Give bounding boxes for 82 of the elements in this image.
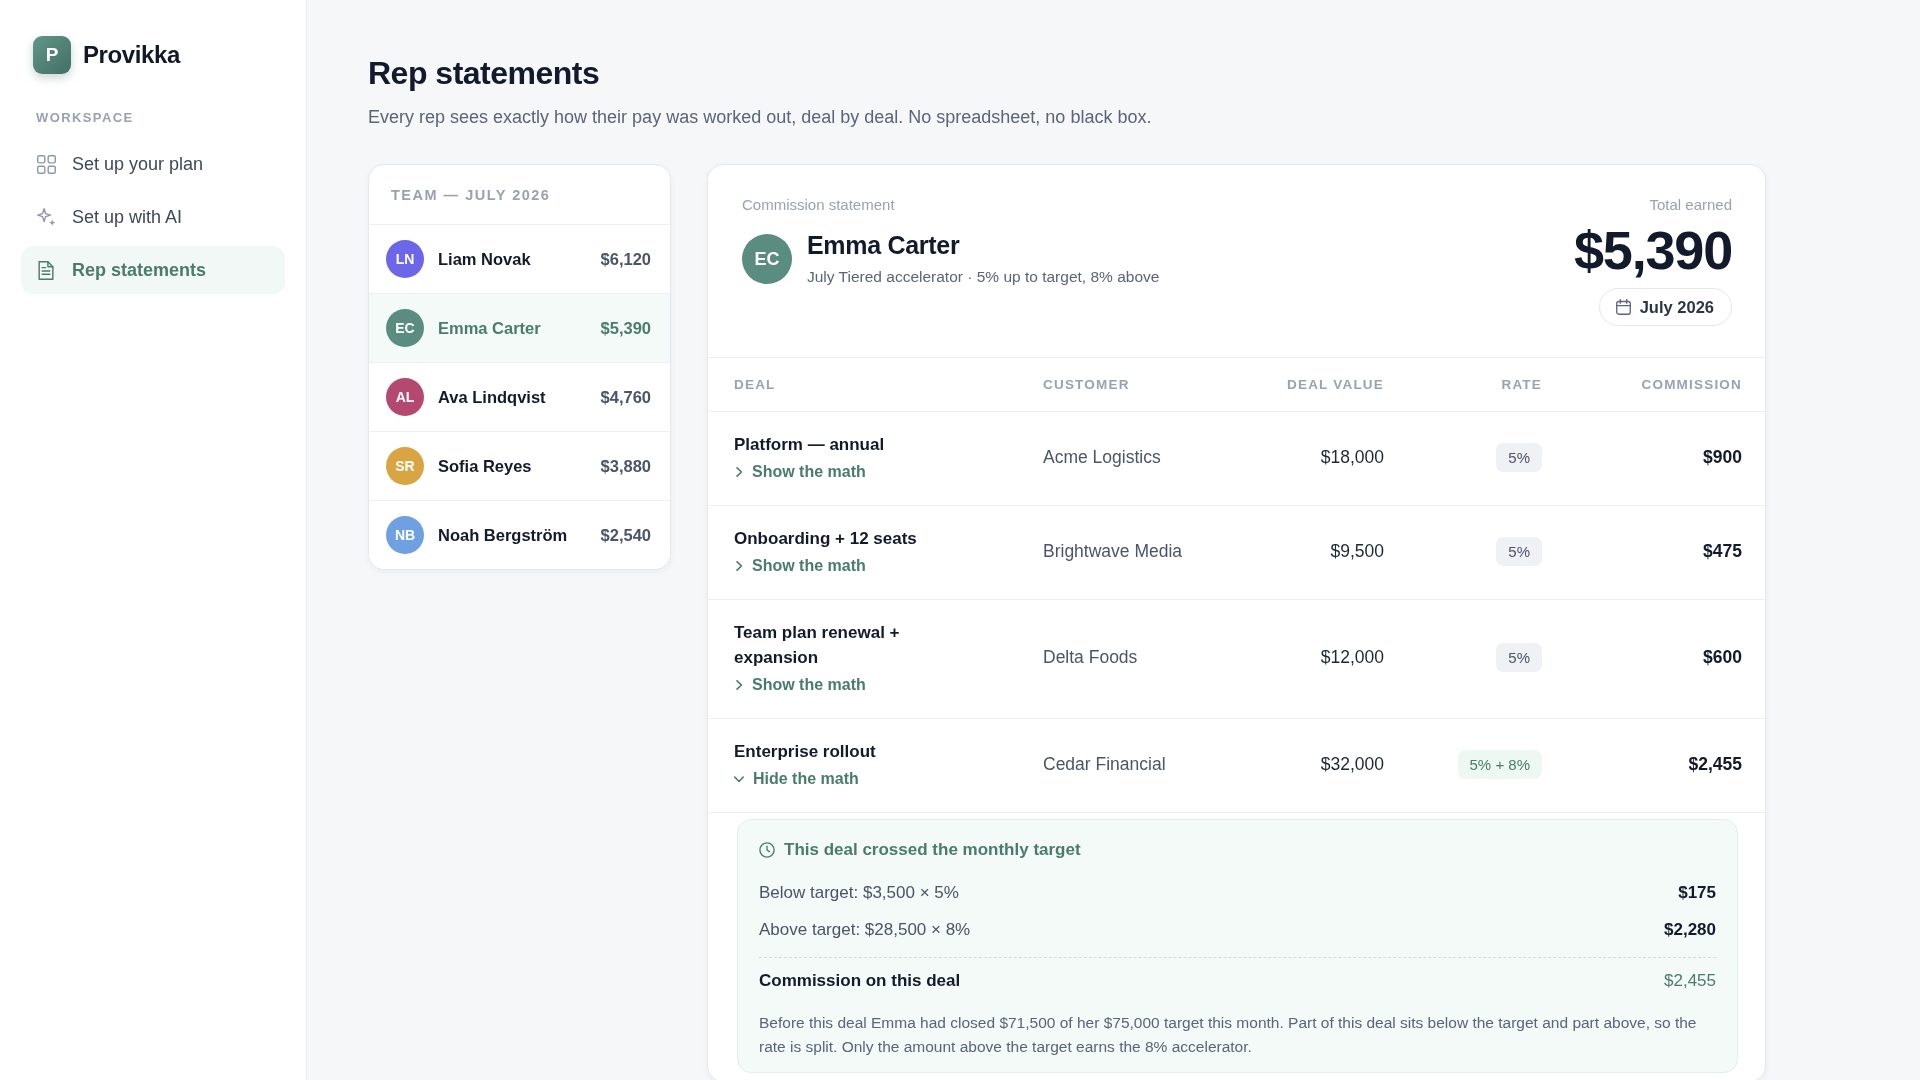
period-button[interactable]: July 2026 [1598,288,1732,326]
rep-total: $4,760 [600,387,651,407]
deal-value: $32,000 [1320,753,1384,775]
logo: P [33,36,71,74]
deal-name: Enterprise rollout [734,741,876,763]
rate-tag: 5% + 8% [1457,749,1542,779]
math-total-label: Commission on this deal [759,970,961,992]
column-header: COMMISSION [1641,377,1742,392]
column-header: DEAL VALUE [1287,377,1384,392]
plan-description: July Tiered accelerator · 5% up to target, 8% above [807,267,1160,287]
math-toggle[interactable]: Show the math [734,462,866,482]
avatar: AL [386,378,424,416]
rep-total: $2,540 [600,525,651,545]
rep-total: $5,390 [600,318,651,338]
deal-value: $18,000 [1320,446,1384,468]
rep-name: Emma Carter [438,318,542,338]
nav-item[interactable]: Set up your plan [21,140,285,188]
chevron-down-icon [734,775,744,783]
nav-item[interactable]: Set up with AI [21,193,285,241]
commission-amount: $600 [1703,647,1742,668]
rep-name: Sofia Reyes [438,456,533,476]
rep-list-item[interactable]: EC Emma Carter $5,390 [369,293,670,362]
brand-name: Provikka [83,41,180,69]
commission-amount: $475 [1703,540,1742,562]
deal-value: $9,500 [1330,540,1384,562]
total-label: Total earned [1649,195,1732,215]
commission-amount: $2,455 [1688,753,1742,775]
math-amount: $2,280 [1664,919,1716,941]
rep-name-heading: Emma Carter [807,230,960,260]
deal-name: Platform — annual [734,434,885,456]
grid-icon [37,154,56,174]
chevron-right-icon [736,467,743,477]
math-step: Below target: $3,500 × 5% [759,882,959,904]
rate-tag: 5% [1496,442,1542,472]
document-icon [38,260,54,280]
rep-name: Noah Bergström [438,525,569,545]
avatar: LN [386,240,424,278]
avatar: NB [386,516,424,554]
deal-value: $12,000 [1320,647,1384,668]
commission-amount: $900 [1703,446,1742,468]
rep-name: Ava Lindqvist [438,387,547,407]
math-note: Before this deal Emma had closed $71,500 of her $75,000 target this month. Part of this deal sits below the target and part above, so the rate is split. Only the amount above the target earns the 8% accelerator. [759,1013,1698,1057]
nav-item[interactable]: Rep statements [21,246,285,294]
chevron-right-icon [736,561,743,571]
page-subtitle: Every rep sees exactly how their pay was worked out, deal by deal. No spreadsheet, no black box. [368,106,1152,129]
section-label: WORKSPACE [36,110,134,126]
customer-name: Brightwave Media [1043,540,1183,562]
statement-label: Commission statement [742,195,895,215]
customer-name: Delta Foods [1043,647,1138,668]
column-header: DEAL [734,377,776,392]
math-step: Above target: $28,500 × 8% [759,919,971,941]
calendar-icon [1615,299,1631,315]
chevron-right-icon [736,680,743,690]
math-title: This deal crossed the monthly target [784,839,1081,861]
rep-total: $3,880 [600,456,651,476]
column-header: CUSTOMER [1043,377,1130,392]
page-title: Rep statements [368,54,600,92]
customer-name: Acme Logistics [1043,446,1161,468]
sparkle-icon [37,207,56,227]
deal-name: Onboarding + 12 seats [734,528,917,550]
rate-tag: 5% [1496,643,1542,672]
rep-list-item[interactable]: NB Noah Bergström $2,540 [369,500,670,569]
math-toggle[interactable]: Hide the math [734,769,859,789]
column-header: RATE [1501,377,1542,392]
rate-tag: 5% [1496,536,1542,566]
rep-list-item[interactable]: SR Sofia Reyes $3,880 [369,431,670,500]
math-total-amount: $2,455 [1664,970,1716,992]
rep-name: Liam Novak [438,249,532,269]
rep-list-item[interactable]: AL Ava Lindqvist $4,760 [369,362,670,431]
deal-name: Team plan renewal + expansion [734,622,901,669]
rep-list-item[interactable]: LN Liam Novak $6,120 [369,224,670,293]
math-amount: $175 [1678,882,1716,904]
avatar: EC [742,234,792,284]
avatar: SR [386,447,424,485]
team-title: TEAM — JULY 2026 [391,185,551,204]
customer-name: Cedar Financial [1043,753,1166,775]
math-toggle[interactable]: Show the math [734,675,866,695]
rep-total: $6,120 [600,249,651,269]
math-toggle[interactable]: Show the math [734,556,866,576]
clock-icon [759,842,775,858]
avatar: EC [386,309,424,347]
total-amount: $5,390 [1574,220,1732,280]
